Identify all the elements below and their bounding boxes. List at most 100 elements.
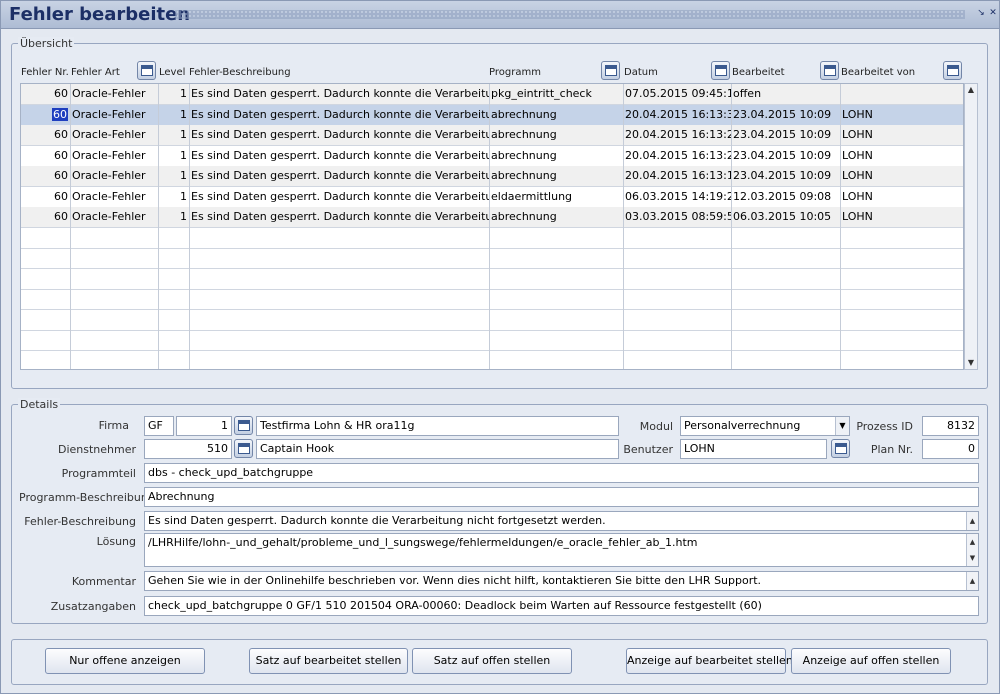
table-cell-level[interactable]: 1 bbox=[158, 207, 189, 227]
satz-offen-button[interactable]: Satz auf offen stellen bbox=[412, 648, 572, 674]
programmteil-field[interactable]: dbs - check_upd_batchgruppe bbox=[144, 463, 979, 483]
dienstnehmer-name-field[interactable]: Captain Hook bbox=[256, 439, 619, 459]
table-cell-beschreibung[interactable]: Es sind Daten gesperrt. Dadurch konnte d… bbox=[189, 84, 489, 104]
prozess-id-field[interactable]: 8132 bbox=[922, 416, 979, 436]
table-cell-bearbeitet[interactable]: 23.04.2015 10:09 bbox=[731, 105, 840, 125]
fehler-beschreibung-field[interactable]: Es sind Daten gesperrt. Dadurch konnte d… bbox=[144, 511, 979, 531]
scroll-down-icon[interactable]: ▼ bbox=[965, 357, 977, 369]
table-cell-von[interactable]: LOHN bbox=[840, 187, 963, 207]
table-scrollbar[interactable]: ▲ ▼ bbox=[964, 83, 978, 370]
table-cell-art[interactable]: Oracle-Fehler bbox=[70, 105, 158, 125]
table-cell-von[interactable]: LOHN bbox=[840, 146, 963, 166]
table-cell-level[interactable]: 1 bbox=[158, 84, 189, 104]
table-cell-art[interactable]: Oracle-Fehler bbox=[70, 125, 158, 145]
firma-nr-field[interactable]: 1 bbox=[176, 416, 232, 436]
scroll-up-icon[interactable]: ▲ bbox=[965, 84, 977, 96]
table-cell-nr[interactable]: 60 bbox=[21, 105, 70, 125]
kommentar-scrollbar[interactable]: ▲▼ bbox=[966, 572, 978, 590]
table-cell-nr[interactable]: 60 bbox=[21, 84, 70, 104]
focused-cell-value[interactable]: 60 bbox=[52, 108, 68, 121]
satz-bearbeitet-button[interactable]: Satz auf bearbeitet stellen bbox=[249, 648, 408, 674]
col-programm[interactable]: Programm bbox=[489, 67, 541, 78]
firma-code-field[interactable]: GF bbox=[144, 416, 174, 436]
kommentar-field[interactable]: Gehen Sie wie in der Onlinehilfe beschri… bbox=[144, 571, 979, 591]
table-cell-programm[interactable]: abrechnung bbox=[489, 146, 623, 166]
table-cell-nr[interactable]: 60 bbox=[21, 125, 70, 145]
table-cell-datum[interactable]: 06.03.2015 14:19:22 bbox=[623, 187, 731, 207]
programm-beschreibung-field[interactable]: Abrechnung bbox=[144, 487, 979, 507]
table-cell-nr[interactable]: 60 bbox=[21, 207, 70, 227]
sort-bearbeitet-button[interactable] bbox=[820, 61, 839, 80]
sort-datum-button[interactable] bbox=[711, 61, 730, 80]
table-cell-level[interactable]: 1 bbox=[158, 125, 189, 145]
benutzer-field[interactable]: LOHN bbox=[680, 439, 827, 459]
table-cell-nr[interactable]: 60 bbox=[21, 187, 70, 207]
table-cell-bearbeitet[interactable]: offen bbox=[731, 84, 840, 104]
table-cell-beschreibung[interactable]: Es sind Daten gesperrt. Dadurch konnte d… bbox=[189, 146, 489, 166]
table-cell-von[interactable]: LOHN bbox=[840, 105, 963, 125]
table-cell-von[interactable]: LOHN bbox=[840, 125, 963, 145]
table-cell-programm[interactable]: abrechnung bbox=[489, 207, 623, 227]
table-cell-level[interactable]: 1 bbox=[158, 146, 189, 166]
table-cell-beschreibung[interactable]: Es sind Daten gesperrt. Dadurch konnte d… bbox=[189, 187, 489, 207]
table-cell-datum[interactable]: 03.03.2015 08:59:59 bbox=[623, 207, 731, 227]
firma-lookup-button[interactable] bbox=[234, 416, 253, 435]
table-cell-bearbeitet[interactable]: 06.03.2015 10:05 bbox=[731, 207, 840, 227]
table-cell-programm[interactable]: abrechnung bbox=[489, 166, 623, 186]
table-cell-programm[interactable]: abrechnung bbox=[489, 125, 623, 145]
table-cell-von[interactable] bbox=[840, 84, 963, 104]
sort-fehler-art-button[interactable] bbox=[137, 61, 156, 80]
table-cell-programm[interactable]: abrechnung bbox=[489, 105, 623, 125]
table-cell-art[interactable]: Oracle-Fehler bbox=[70, 166, 158, 186]
table-cell-nr[interactable]: 60 bbox=[21, 146, 70, 166]
minimize-icon[interactable]: ↘ bbox=[976, 8, 986, 18]
table-cell-von[interactable]: LOHN bbox=[840, 166, 963, 186]
table-cell-beschreibung[interactable]: Es sind Daten gesperrt. Dadurch konnte d… bbox=[189, 125, 489, 145]
dienstnehmer-lookup-button[interactable] bbox=[234, 439, 253, 458]
zusatzangaben-field[interactable]: check_upd_batchgruppe 0 GF/1 510 201504 … bbox=[144, 596, 979, 616]
table-cell-art[interactable]: Oracle-Fehler bbox=[70, 84, 158, 104]
table-cell-bearbeitet[interactable]: 23.04.2015 10:09 bbox=[731, 166, 840, 186]
table-cell-bearbeitet[interactable]: 12.03.2015 09:08 bbox=[731, 187, 840, 207]
col-fehler-art[interactable]: Fehler Art bbox=[71, 67, 120, 78]
table-cell-art[interactable]: Oracle-Fehler bbox=[70, 187, 158, 207]
col-fehler-nr[interactable]: Fehler Nr. bbox=[21, 67, 69, 78]
close-icon[interactable]: ✕ bbox=[988, 8, 998, 18]
table-cell-art[interactable]: Oracle-Fehler bbox=[70, 207, 158, 227]
anzeige-bearbeitet-button[interactable]: Anzeige auf bearbeitet stellen bbox=[626, 648, 793, 674]
table-cell-datum[interactable]: 20.04.2015 16:13:28 bbox=[623, 125, 731, 145]
firma-name-field[interactable]: Testfirma Lohn & HR ora11g bbox=[256, 416, 619, 436]
table-cell-beschreibung[interactable]: Es sind Daten gesperrt. Dadurch konnte d… bbox=[189, 207, 489, 227]
benutzer-lookup-button[interactable] bbox=[831, 439, 850, 458]
chevron-down-icon[interactable]: ▼ bbox=[835, 417, 849, 435]
nur-offene-anzeigen-button[interactable]: Nur offene anzeigen bbox=[45, 648, 205, 674]
table-cell-nr[interactable]: 60 bbox=[21, 166, 70, 186]
table-cell-level[interactable]: 1 bbox=[158, 105, 189, 125]
table-cell-bearbeitet[interactable]: 23.04.2015 10:09 bbox=[731, 146, 840, 166]
table-cell-programm[interactable]: pkg_eintritt_check bbox=[489, 84, 623, 104]
table-cell-art[interactable]: Oracle-Fehler bbox=[70, 146, 158, 166]
sort-bearbeitet-von-button[interactable] bbox=[943, 61, 962, 80]
col-bearbeitet-von[interactable]: Bearbeitet von bbox=[841, 67, 915, 78]
col-bearbeitet[interactable]: Bearbeitet bbox=[732, 67, 785, 78]
modul-select[interactable]: Personalverrechnung ▼ bbox=[680, 416, 850, 436]
col-level[interactable]: Level bbox=[159, 67, 185, 78]
table-cell-datum[interactable]: 20.04.2015 16:13:33 bbox=[623, 105, 731, 125]
table-cell-datum[interactable]: 07.05.2015 09:45:15 bbox=[623, 84, 731, 104]
table-cell-level[interactable]: 1 bbox=[158, 187, 189, 207]
table-cell-beschreibung[interactable]: Es sind Daten gesperrt. Dadurch konnte d… bbox=[189, 105, 489, 125]
table-cell-bearbeitet[interactable]: 23.04.2015 10:09 bbox=[731, 125, 840, 145]
table-cell-datum[interactable]: 20.04.2015 16:13:17 bbox=[623, 166, 731, 186]
plan-nr-field[interactable]: 0 bbox=[922, 439, 979, 459]
loesung-field[interactable]: /LHRHilfe/lohn-_und_gehalt/probleme_und_… bbox=[144, 533, 979, 567]
col-beschreibung[interactable]: Fehler-Beschreibung bbox=[189, 67, 291, 78]
table-cell-von[interactable]: LOHN bbox=[840, 207, 963, 227]
table-cell-datum[interactable]: 20.04.2015 16:13:20 bbox=[623, 146, 731, 166]
sort-programm-button[interactable] bbox=[601, 61, 620, 80]
anzeige-offen-button[interactable]: Anzeige auf offen stellen bbox=[791, 648, 951, 674]
table-cell-beschreibung[interactable]: Es sind Daten gesperrt. Dadurch konnte d… bbox=[189, 166, 489, 186]
dienstnehmer-nr-field[interactable]: 510 bbox=[144, 439, 232, 459]
col-datum[interactable]: Datum bbox=[624, 67, 658, 78]
fehler-beschreibung-scrollbar[interactable]: ▲▼ bbox=[966, 512, 978, 530]
table-cell-programm[interactable]: eldaermittlung bbox=[489, 187, 623, 207]
